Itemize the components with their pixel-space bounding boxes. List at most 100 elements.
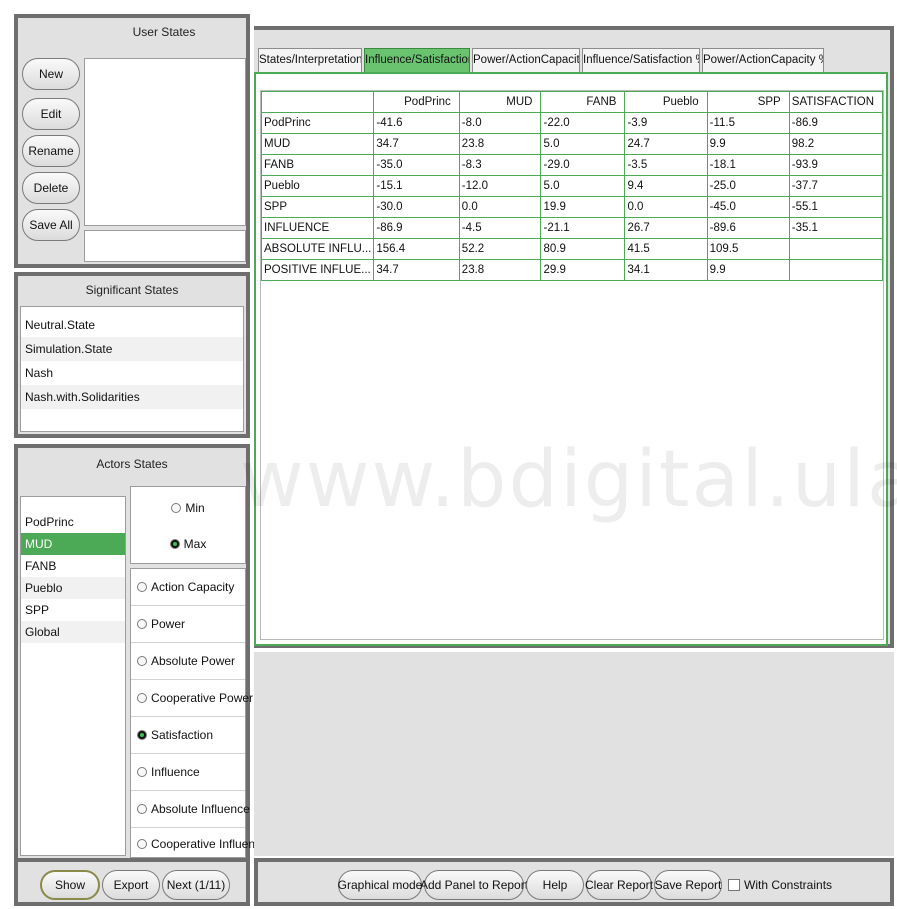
list-item[interactable]: Nash xyxy=(21,361,243,385)
actor-item-podprinc[interactable]: PodPrinc xyxy=(21,511,125,533)
radio-icon xyxy=(137,619,147,629)
column-header[interactable]: FANB xyxy=(540,91,626,113)
option-cooperative-power[interactable]: Cooperative Power xyxy=(131,680,253,717)
export-button[interactable]: Export xyxy=(102,870,160,900)
table-cell: 26.7 xyxy=(624,217,708,239)
table-cell: 9.9 xyxy=(706,259,790,281)
delete-button[interactable]: Delete xyxy=(22,172,80,204)
option-label: Cooperative Influence xyxy=(151,836,268,851)
row-label: SPP xyxy=(260,196,375,218)
help-button[interactable]: Help xyxy=(526,870,584,900)
table-cell: 41.5 xyxy=(624,238,708,260)
table-row[interactable]: ABSOLUTE INFLU... 156.4 52.2 80.9 41.5 1… xyxy=(260,238,884,260)
option-absolute-influence[interactable]: Absolute Influence xyxy=(131,791,250,828)
tab-states-interpretation[interactable]: States/Interpretation xyxy=(258,48,362,72)
option-influence[interactable]: Influence xyxy=(131,754,245,791)
column-header[interactable]: SATISFACTION xyxy=(788,91,884,113)
metric-options-group: Action Capacity Power Absolute Power Coo… xyxy=(130,568,268,859)
new-button[interactable]: New xyxy=(22,58,80,90)
option-satisfaction[interactable]: Satisfaction xyxy=(131,717,245,754)
tab-power-actioncapacity-percent[interactable]: Power/ActionCapacity % xyxy=(702,48,824,72)
column-header[interactable]: MUD xyxy=(458,91,542,113)
table-cell: 109.5 xyxy=(706,238,790,260)
add-panel-to-report-button[interactable]: Add Panel to Report xyxy=(420,870,528,900)
significant-states-panel: Significant States Neutral.State Simulat… xyxy=(14,272,250,438)
table-row[interactable]: SPP -30.0 0.0 19.9 0.0 -45.0 -55.1 xyxy=(260,196,884,218)
edit-button[interactable]: Edit xyxy=(22,98,80,130)
significant-states-list: Neutral.State Simulation.State Nash Nash… xyxy=(20,306,244,432)
row-label: PodPrinc xyxy=(260,112,375,134)
graphical-mode-button[interactable]: Graphical mode xyxy=(338,870,422,900)
actor-item-mud[interactable]: MUD xyxy=(21,533,125,555)
table-cell xyxy=(788,238,884,260)
table-row[interactable]: PodPrinc -41.6 -8.0 -22.0 -3.9 -11.5 -86… xyxy=(260,112,884,134)
table-cell xyxy=(788,259,884,281)
min-radio[interactable]: Min xyxy=(131,493,245,523)
radio-selected-icon xyxy=(169,539,180,549)
option-label: Absolute Power xyxy=(151,654,236,668)
max-radio[interactable]: Max xyxy=(131,529,245,559)
table-cell: 29.9 xyxy=(540,259,626,281)
table-row[interactable]: POSITIVE INFLUE... 34.7 23.8 29.9 34.1 9… xyxy=(260,259,884,281)
table-cell: -12.0 xyxy=(458,175,542,197)
option-action-capacity[interactable]: Action Capacity xyxy=(131,569,245,606)
main-panel: States/Interpretation Influence/Satisfac… xyxy=(254,26,894,648)
table-row[interactable]: MUD 34.7 23.8 5.0 24.7 9.9 98.2 xyxy=(260,133,884,155)
clear-report-button[interactable]: Clear Report xyxy=(585,870,653,900)
tab-influence-satisfaction[interactable]: Influence/Satisfaction xyxy=(364,48,470,72)
next-button[interactable]: Next (1/11) xyxy=(162,870,230,900)
save-all-button[interactable]: Save All xyxy=(22,209,80,241)
table-cell: -8.3 xyxy=(458,154,542,176)
rename-button[interactable]: Rename xyxy=(22,135,80,167)
show-button[interactable]: Show xyxy=(40,870,100,900)
actor-item-spp[interactable]: SPP xyxy=(21,599,125,621)
influence-satisfaction-table: PodPrinc MUD FANB Pueblo SPP SATISFACTIO… xyxy=(260,91,884,281)
minmax-group: Min Max xyxy=(130,486,246,564)
table-row[interactable]: INFLUENCE -86.9 -4.5 -21.1 26.7 -89.6 -3… xyxy=(260,217,884,239)
column-header[interactable]: Pueblo xyxy=(624,91,708,113)
table-cell: 34.7 xyxy=(373,133,460,155)
list-item[interactable]: Neutral.State xyxy=(21,313,243,337)
table-cell: -30.0 xyxy=(373,196,460,218)
row-label: INFLUENCE xyxy=(260,217,375,239)
table-row[interactable]: FANB -35.0 -8.3 -29.0 -3.5 -18.1 -93.9 xyxy=(260,154,884,176)
table-header-row: PodPrinc MUD FANB Pueblo SPP SATISFACTIO… xyxy=(260,91,884,113)
with-constraints-label: With Constraints xyxy=(744,878,833,892)
option-label: Cooperative Power xyxy=(151,691,254,705)
state-name-input[interactable] xyxy=(84,230,246,262)
list-item[interactable]: Nash.with.Solidarities xyxy=(21,385,243,409)
table-cell: 52.2 xyxy=(458,238,542,260)
min-label: Min xyxy=(185,501,205,515)
table-cell: -22.0 xyxy=(540,112,626,134)
user-states-title: User States xyxy=(132,25,196,39)
radio-icon xyxy=(137,582,147,592)
table-row[interactable]: Pueblo -15.1 -12.0 5.0 9.4 -25.0 -37.7 xyxy=(260,175,884,197)
with-constraints-checkbox[interactable]: With Constraints xyxy=(728,876,832,894)
tab-influence-satisfaction-percent[interactable]: Influence/Satisfaction % xyxy=(582,48,700,72)
table-cell: 34.1 xyxy=(624,259,708,281)
list-item[interactable]: Simulation.State xyxy=(21,337,243,361)
actor-item-global[interactable]: Global xyxy=(21,621,125,643)
row-label: POSITIVE INFLUE... xyxy=(260,259,375,281)
table-cell: 0.0 xyxy=(624,196,708,218)
bottom-toolbar: Graphical mode Add Panel to Report Help … xyxy=(254,858,894,906)
column-header[interactable]: PodPrinc xyxy=(373,91,460,113)
tab-power-actioncapacity[interactable]: Power/ActionCapacity xyxy=(472,48,580,72)
tab-bar: States/Interpretation Influence/Satisfac… xyxy=(258,48,878,72)
option-cooperative-influence[interactable]: Cooperative Influence xyxy=(131,828,268,859)
actor-item-fanb[interactable]: FANB xyxy=(21,555,125,577)
save-report-button[interactable]: Save Report xyxy=(654,870,722,900)
table-cell: 80.9 xyxy=(540,238,626,260)
option-absolute-power[interactable]: Absolute Power xyxy=(131,643,245,680)
empty-panel-area xyxy=(254,652,894,856)
table-cell: -8.0 xyxy=(458,112,542,134)
user-states-list[interactable] xyxy=(84,58,246,226)
actors-states-panel: Actors States PodPrinc MUD FANB Pueblo S… xyxy=(14,444,268,862)
table-frame: PodPrinc MUD FANB Pueblo SPP SATISFACTIO… xyxy=(254,72,888,646)
option-label: Action Capacity xyxy=(151,580,235,594)
actor-item-pueblo[interactable]: Pueblo xyxy=(21,577,125,599)
option-label: Absolute Influence xyxy=(151,802,250,816)
option-power[interactable]: Power xyxy=(131,606,245,643)
column-header[interactable]: SPP xyxy=(706,91,790,113)
table-cell: -3.5 xyxy=(624,154,708,176)
